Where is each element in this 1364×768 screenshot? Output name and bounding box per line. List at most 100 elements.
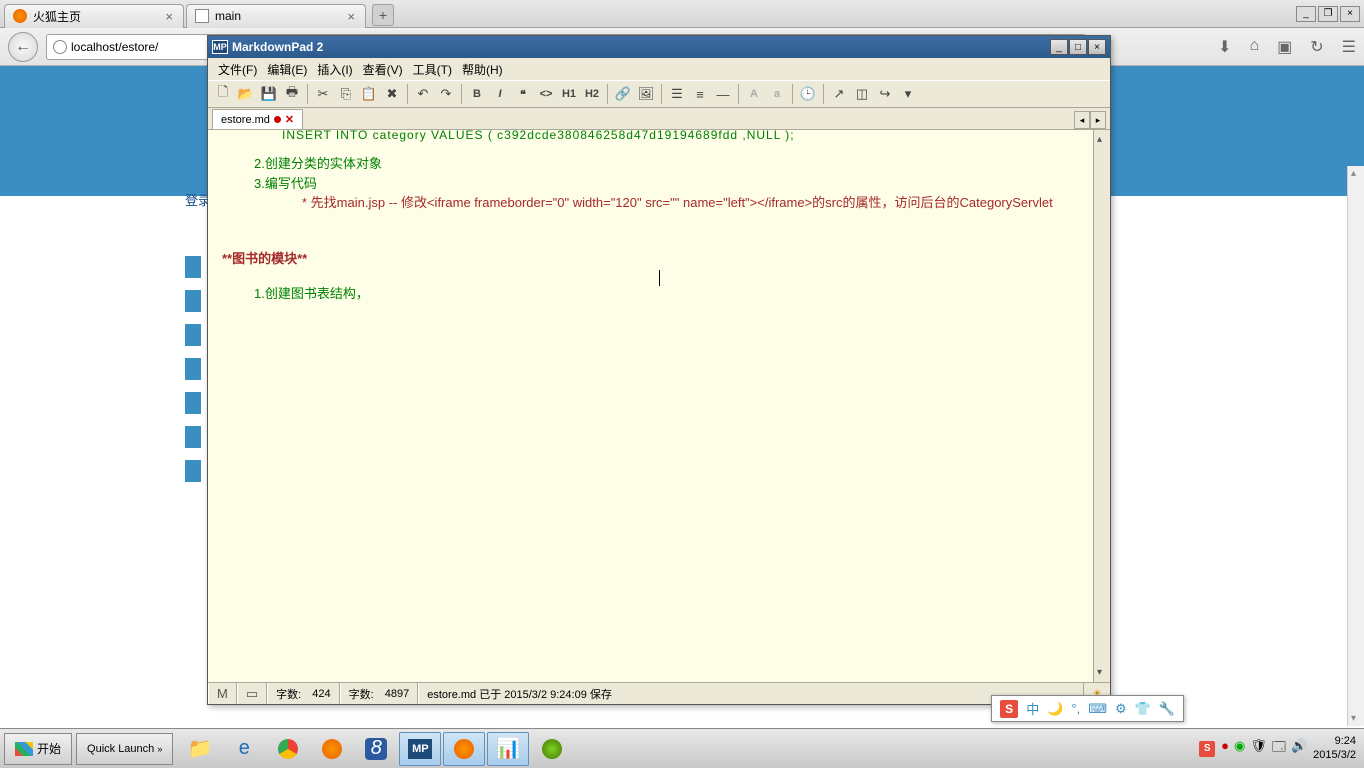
ime-keyboard-icon[interactable]: ⌨ xyxy=(1088,701,1107,717)
sidebar-item[interactable] xyxy=(185,290,201,312)
quote-icon[interactable]: ❝ xyxy=(512,83,534,105)
ol-icon[interactable]: ≡ xyxy=(689,83,711,105)
task-ie-icon[interactable]: e xyxy=(223,732,265,766)
home-icon[interactable]: ⌂ xyxy=(1249,37,1259,57)
quick-launch-bar[interactable]: Quick Launch » xyxy=(76,733,173,765)
page-scrollbar[interactable] xyxy=(1347,166,1364,726)
sidebar-item[interactable] xyxy=(185,256,201,278)
sogou-icon[interactable]: S xyxy=(1000,700,1018,718)
bookmark-icon[interactable]: ▣ xyxy=(1277,37,1292,57)
ime-skin-icon[interactable]: 👕 xyxy=(1135,701,1151,717)
tray-shield-icon[interactable]: 🛡 xyxy=(1250,738,1267,760)
task-green-icon[interactable] xyxy=(531,732,573,766)
tray-window-icon[interactable]: 🗔 xyxy=(1272,738,1286,760)
browser-tab-firefox-home[interactable]: 火狐主页 × xyxy=(4,4,184,28)
copy-icon[interactable]: ⎘ xyxy=(335,83,357,105)
h1-icon[interactable]: H1 xyxy=(558,83,580,105)
mdp-tab-estore[interactable]: estore.md ✕ xyxy=(212,109,303,129)
export-icon[interactable]: ↪ xyxy=(874,83,896,105)
editor-scrollbar[interactable] xyxy=(1093,130,1110,682)
menu-file[interactable]: 文件(F) xyxy=(214,59,261,80)
sidebar-item[interactable] xyxy=(185,358,201,380)
ime-gear-icon[interactable]: ⚙ xyxy=(1115,701,1127,717)
tray-record-icon[interactable]: ● xyxy=(1221,738,1229,760)
menu-icon[interactable]: ☰ xyxy=(1342,37,1356,57)
start-button[interactable]: 开始 xyxy=(4,733,72,765)
split-icon[interactable]: ◫ xyxy=(851,83,873,105)
ime-tray-widget[interactable]: S 中 🌙 °, ⌨ ⚙ 👕 🔧 xyxy=(991,695,1184,722)
tab-close-icon[interactable]: × xyxy=(345,9,357,24)
menu-insert[interactable]: 插入(I) xyxy=(313,59,356,80)
task-chart-icon[interactable]: 📊 xyxy=(487,732,529,766)
sync-icon[interactable]: ↻ xyxy=(1310,37,1323,57)
lower-a-icon[interactable]: a xyxy=(766,83,788,105)
menu-tools[interactable]: 工具(T) xyxy=(409,59,456,80)
menu-edit[interactable]: 编辑(E) xyxy=(263,59,311,80)
download-icon[interactable]: ⬇ xyxy=(1218,37,1231,57)
paste-icon[interactable]: 📋 xyxy=(358,83,380,105)
task-explorer-icon[interactable]: 📁 xyxy=(179,732,221,766)
back-button[interactable]: ← xyxy=(8,32,38,62)
browser-tab-main[interactable]: main × xyxy=(186,4,366,28)
minimize-button[interactable]: _ xyxy=(1296,6,1316,22)
down-icon[interactable]: ▾ xyxy=(897,83,919,105)
menu-help[interactable]: 帮助(H) xyxy=(458,59,507,80)
mdp-editor-area[interactable]: INSERT INTO category VALUES ( c392dcde38… xyxy=(208,130,1110,682)
ime-moon-icon[interactable]: 🌙 xyxy=(1047,701,1063,717)
sidebar-item[interactable] xyxy=(185,460,201,482)
code-line: INSERT INTO category VALUES ( c392dcde38… xyxy=(222,130,1090,144)
save-all-icon[interactable]: 🖶 xyxy=(281,83,303,105)
nav-icon-group: ⬇ ⌂ ▣ ↻ ☰ xyxy=(1218,37,1356,57)
preview-icon[interactable]: ↗ xyxy=(828,83,850,105)
tray-sogou-icon[interactable]: S xyxy=(1199,741,1215,757)
open-file-icon[interactable]: 📂 xyxy=(235,83,257,105)
new-tab-button[interactable]: + xyxy=(372,4,394,26)
-lang-icon[interactable]: 中 xyxy=(1026,699,1039,718)
undo-icon[interactable]: ↶ xyxy=(412,83,434,105)
mdp-maximize-button[interactable]: □ xyxy=(1069,39,1087,55)
close-button[interactable]: × xyxy=(1340,6,1360,22)
menu-view[interactable]: 查看(V) xyxy=(359,59,407,80)
tab-close-icon[interactable]: × xyxy=(163,9,175,24)
cut-icon[interactable]: ✂ xyxy=(312,83,334,105)
ul-icon[interactable]: ☰ xyxy=(666,83,688,105)
tab-prev-icon[interactable]: ◂ xyxy=(1074,111,1090,129)
link-icon[interactable]: 🔗 xyxy=(612,83,634,105)
delete-icon[interactable]: ✖ xyxy=(381,83,403,105)
sidebar-item[interactable] xyxy=(185,426,201,448)
taskbar: 开始 Quick Launch » 📁 e 8 MP 📊 S ● ◉ 🛡 🗔 🔊… xyxy=(0,728,1364,768)
task-chrome-icon[interactable] xyxy=(267,732,309,766)
save-icon[interactable]: 💾 xyxy=(258,83,280,105)
ime-wrench-icon[interactable]: 🔧 xyxy=(1159,701,1175,717)
tab-close-icon[interactable]: ✕ xyxy=(285,113,294,126)
task-markdownpad-icon[interactable]: MP xyxy=(399,732,441,766)
timestamp-icon[interactable]: 🕒 xyxy=(797,83,819,105)
tray-green-icon[interactable]: ◉ xyxy=(1234,738,1245,760)
task-firefox2-icon[interactable] xyxy=(443,732,485,766)
code-icon[interactable]: <> xyxy=(535,83,557,105)
tray-volume-icon[interactable]: 🔊 xyxy=(1291,738,1307,760)
bold-icon[interactable]: B xyxy=(466,83,488,105)
maximize-button[interactable]: ❐ xyxy=(1318,6,1338,22)
mdp-minimize-button[interactable]: _ xyxy=(1050,39,1068,55)
image-icon[interactable]: 🖼 xyxy=(635,83,657,105)
mdp-title-bar[interactable]: MP MarkdownPad 2 _ □ × xyxy=(208,36,1110,58)
sidebar-item[interactable] xyxy=(185,392,201,414)
upper-a-icon[interactable]: A xyxy=(743,83,765,105)
task-firefox-icon[interactable] xyxy=(311,732,353,766)
new-file-icon[interactable]: 🗋 xyxy=(212,83,234,105)
hr-icon[interactable]: — xyxy=(712,83,734,105)
status-book-icon[interactable]: ▭ xyxy=(237,683,267,704)
clock[interactable]: 9:24 2015/3/2 xyxy=(1313,735,1356,761)
redo-icon[interactable]: ↷ xyxy=(435,83,457,105)
sidebar-item[interactable] xyxy=(185,324,201,346)
status-markdown-icon[interactable]: M xyxy=(208,683,237,704)
mdp-menu-bar: 文件(F) 编辑(E) 插入(I) 查看(V) 工具(T) 帮助(H) xyxy=(208,58,1110,80)
task-app-icon[interactable]: 8 xyxy=(355,732,397,766)
mdp-close-button[interactable]: × xyxy=(1088,39,1106,55)
italic-icon[interactable]: I xyxy=(489,83,511,105)
tab-next-icon[interactable]: ▸ xyxy=(1090,111,1106,129)
markdownpad-window: MP MarkdownPad 2 _ □ × 文件(F) 编辑(E) 插入(I)… xyxy=(207,35,1111,705)
ime-punct-icon[interactable]: °, xyxy=(1071,701,1080,716)
h2-icon[interactable]: H2 xyxy=(581,83,603,105)
